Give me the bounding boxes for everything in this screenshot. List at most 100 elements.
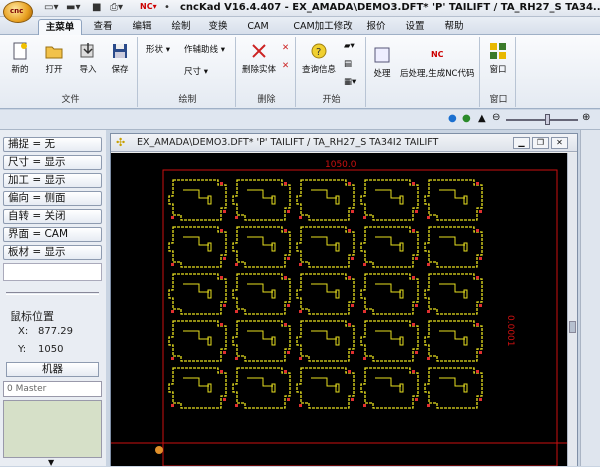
app-logo: cnc <box>3 1 33 23</box>
punch-hit <box>479 304 482 307</box>
tab-quote[interactable]: 报价 <box>361 19 391 35</box>
window-label: 窗口 <box>489 65 507 75</box>
punch-hit <box>476 370 479 373</box>
nested-part <box>424 320 483 362</box>
scroll-up-icon[interactable]: ▲ <box>478 113 486 124</box>
nested-part <box>296 226 355 268</box>
tab-settings[interactable]: 设置 <box>400 19 430 35</box>
part-outline <box>296 226 355 268</box>
punch-hit <box>235 216 238 219</box>
nc-icon[interactable]: NC▾ <box>140 2 157 11</box>
outer-vertical-scrollbar[interactable] <box>580 130 600 466</box>
save-button[interactable]: 保存 <box>110 41 130 75</box>
shape-dropdown[interactable]: 形状 ▾ <box>146 43 170 55</box>
new-file-icon <box>13 42 27 60</box>
part-slot <box>463 383 468 393</box>
punch-hit <box>299 357 302 360</box>
part-slot <box>335 195 340 205</box>
query-info-button[interactable]: ? 查询信息 <box>302 41 336 75</box>
canvas-scroll-thumb[interactable] <box>569 321 576 333</box>
nesting-drawing: 1050.0 0.0001 <box>111 160 567 466</box>
punch-hit <box>235 404 238 407</box>
part-slot <box>399 336 404 346</box>
part-slot <box>207 242 212 252</box>
window-group-label: 窗口 <box>489 95 508 105</box>
machining-button[interactable]: 加工 = 显示 <box>3 173 102 188</box>
punch-hit <box>427 263 430 266</box>
part-inner-contour <box>311 377 337 387</box>
punch-hit <box>223 398 226 401</box>
zoom-out-icon[interactable]: ⊖ <box>492 112 500 123</box>
tab-draw[interactable]: 绘制 <box>166 19 196 35</box>
part-inner-contour <box>247 377 273 387</box>
zoom-slider-thumb[interactable] <box>545 114 550 125</box>
punch-hit <box>171 263 174 266</box>
part-slot <box>207 195 212 205</box>
window-button[interactable]: 窗口 <box>488 41 508 75</box>
tab-view[interactable]: 查看 <box>88 19 118 35</box>
restore-button[interactable]: ❐ <box>532 137 549 149</box>
punch-hit <box>287 351 290 354</box>
tab-transform[interactable]: 变换 <box>203 19 233 35</box>
help-icon[interactable]: ● <box>448 113 457 124</box>
punch-hit <box>479 257 482 260</box>
postprocess-button[interactable]: NC 后处理,生成NC代码 <box>400 45 475 79</box>
offset-button[interactable]: 偏向 = 侧面 <box>3 191 102 206</box>
tab-cam[interactable]: CAM <box>243 19 273 35</box>
sheet-button[interactable]: 板材 = 显示 <box>3 245 102 260</box>
punch-hit <box>348 182 351 185</box>
nested-part <box>168 273 227 315</box>
shape-label: 形状 <box>146 45 164 55</box>
quick-access-more-icon[interactable]: • <box>164 2 170 13</box>
part-inner-contour <box>439 189 465 199</box>
import-button[interactable]: 导入 <box>78 41 98 75</box>
tab-help[interactable]: 帮助 <box>439 19 469 35</box>
part-outline <box>168 367 227 409</box>
delete-entity-button[interactable]: 删除实体 <box>242 41 276 75</box>
color-dropdown-icon[interactable]: ▰▾ <box>344 41 355 51</box>
size-dropdown[interactable]: 尺寸 ▾ <box>184 65 208 77</box>
canvas-vertical-scrollbar[interactable] <box>567 153 577 466</box>
part-inner-contour <box>439 377 465 387</box>
process-label: 处理 <box>373 69 391 79</box>
grid-icon[interactable]: ▦▾ <box>344 77 356 87</box>
snap-button[interactable]: 捕捉 = 无 <box>3 137 102 152</box>
globe-icon[interactable]: ● <box>462 113 471 124</box>
part-slot <box>399 289 404 299</box>
tab-edit[interactable]: 编辑 <box>126 19 158 35</box>
delete-entity-label: 删除实体 <box>242 65 277 75</box>
layer-icon[interactable]: ▤ <box>344 59 352 69</box>
printer-icon[interactable]: ⎙▾ <box>110 2 123 13</box>
zoom-in-icon[interactable]: ⊕ <box>582 112 590 123</box>
part-slot <box>271 195 276 205</box>
delete-partial-icon[interactable]: ✕ <box>282 61 289 71</box>
tab-main-menu[interactable]: 主菜单 <box>38 19 82 35</box>
dimension-button[interactable]: 尺寸 = 显示 <box>3 155 102 170</box>
open-button[interactable]: 打开 <box>44 41 64 75</box>
new-doc-icon[interactable]: ▭▾ <box>44 2 58 13</box>
zoom-slider[interactable] <box>506 119 578 121</box>
delete-small-icon[interactable]: ✕ <box>282 43 289 53</box>
punch-hit <box>284 276 287 279</box>
minimize-button[interactable]: ▁ <box>513 137 530 149</box>
cad-canvas[interactable]: 1050.0 0.0001 <box>111 153 567 466</box>
interface-button[interactable]: 界面 = CAM <box>3 227 102 242</box>
tab-cam-modify[interactable]: CAM加工修改 <box>283 19 363 35</box>
process-button[interactable]: 处理 <box>372 45 392 79</box>
part-inner-contour <box>183 283 209 293</box>
cad-window: ✣ EX_AMADA\DEMO3.DFT* 'P' TAILIFT / TA_R… <box>110 133 578 466</box>
rotation-button[interactable]: 自转 = 关闭 <box>3 209 102 224</box>
save-icon[interactable]: ■ <box>92 2 101 13</box>
aux-line-dropdown[interactable]: 作辅助线 ▾ <box>184 43 225 55</box>
new-button[interactable]: 新的 <box>10 41 30 75</box>
part-outline <box>232 273 291 315</box>
part-outline <box>232 367 291 409</box>
part-slot <box>399 383 404 393</box>
nested-part <box>424 226 483 268</box>
part-outline <box>424 273 483 315</box>
folder-icon[interactable]: ▬▾ <box>66 2 80 13</box>
close-button[interactable]: ✕ <box>551 137 568 149</box>
master-select[interactable]: 0 Master <box>3 381 102 397</box>
machine-button[interactable]: 机器 <box>6 362 99 377</box>
punch-hit <box>363 310 366 313</box>
